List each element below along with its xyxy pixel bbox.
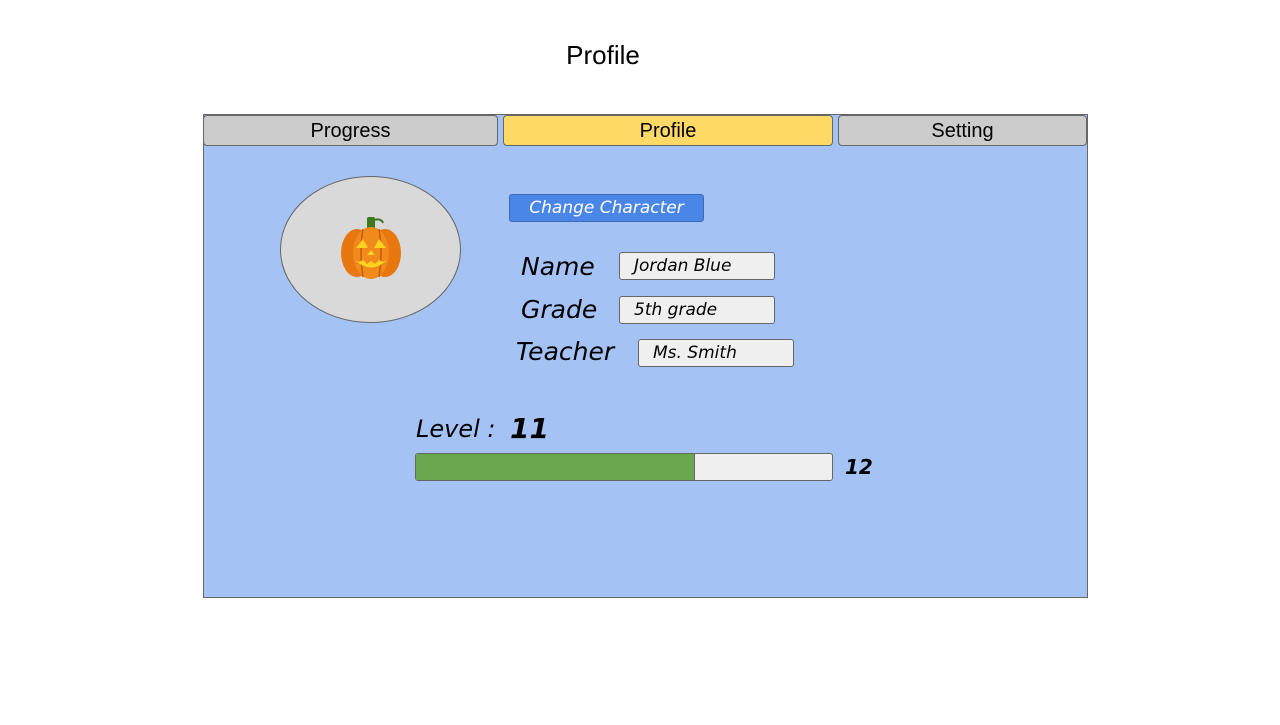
teacher-label: Teacher: [516, 337, 615, 366]
level-progress-fill: [416, 454, 695, 480]
tab-profile[interactable]: Profile: [503, 115, 833, 146]
next-level: 12: [845, 455, 873, 479]
level-progress-bar: [415, 453, 833, 481]
avatar: [280, 176, 461, 323]
teacher-field[interactable]: Ms. Smith: [638, 339, 794, 367]
tab-progress[interactable]: Progress: [203, 115, 498, 146]
level-label: Level :: [416, 415, 496, 443]
name-label: Name: [521, 252, 595, 281]
grade-field[interactable]: 5th grade: [619, 296, 775, 324]
current-level: 11: [510, 412, 549, 445]
page-title: Profile: [566, 40, 640, 70]
jack-o-lantern-icon: [341, 217, 401, 279]
change-character-button[interactable]: Change Character: [509, 194, 704, 222]
tab-setting[interactable]: Setting: [838, 115, 1087, 146]
name-field[interactable]: Jordan Blue: [619, 252, 775, 280]
grade-label: Grade: [521, 295, 598, 324]
